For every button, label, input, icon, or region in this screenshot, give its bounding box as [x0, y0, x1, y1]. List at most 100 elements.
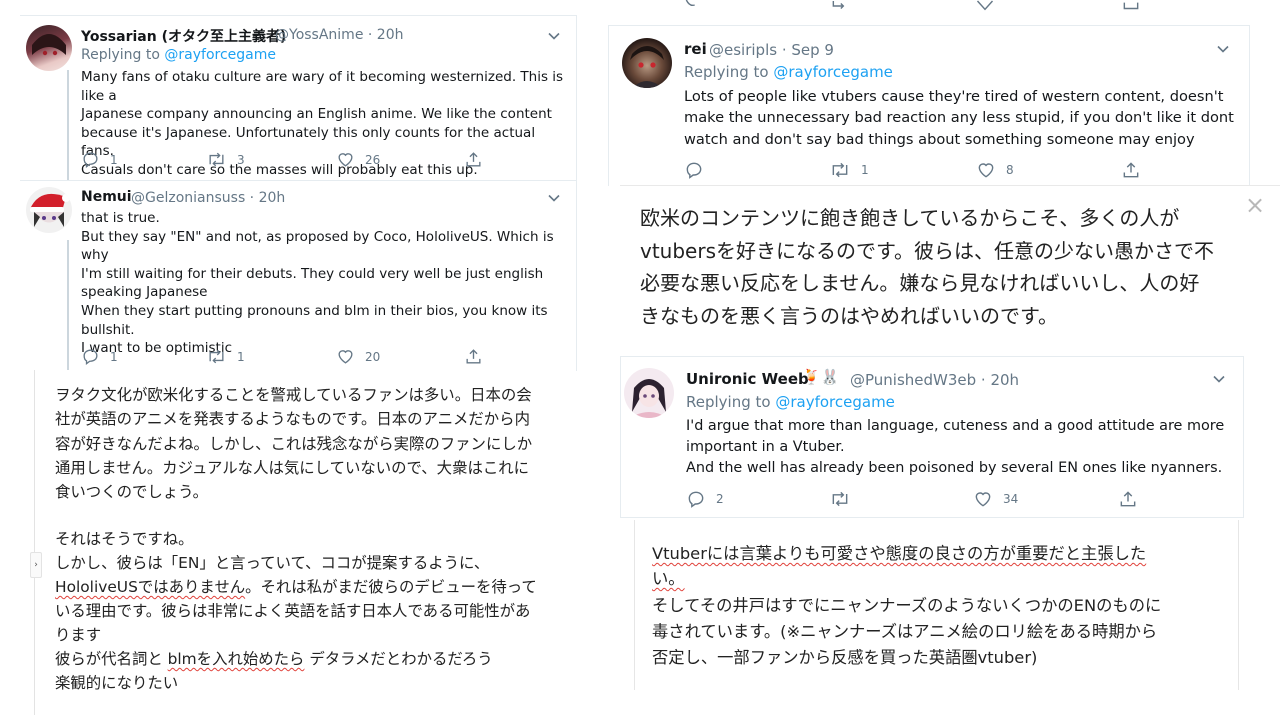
translation-line: Vtuberには言葉よりも可愛さや態度の良さの方が重要だと主張した: [652, 541, 1146, 567]
chevron-down-icon[interactable]: [546, 28, 562, 44]
tweet-text: that is true. But they say "EN" and not,…: [81, 210, 554, 357]
reply-icon: [83, 152, 98, 168]
tweet-text: Lots of people like vtubers cause they'r…: [684, 88, 1234, 148]
translation-line-rest: デタラメだとわかるだろう: [304, 650, 493, 668]
like-button[interactable]: 8: [976, 160, 1014, 180]
translation-line: そしてその井戸はすでにニャンナーズのようないくつかのENのものに: [652, 596, 1162, 615]
like-icon: [975, 492, 991, 507]
panel-left-edge: [634, 520, 635, 690]
retweet-button[interactable]: 1: [829, 160, 869, 180]
reply-count: 1: [110, 152, 118, 167]
translation-line: い。: [652, 566, 685, 592]
panel-right-edge: [1238, 520, 1239, 690]
name-emoji: 🍹🐰: [802, 368, 840, 386]
retweet-button[interactable]: 1: [206, 347, 245, 366]
translation-line-rest: 。それは私がまだ彼らのデビューを待って: [245, 578, 537, 596]
retweet-icon: [832, 491, 848, 507]
reply-button[interactable]: [684, 160, 714, 180]
translation-line: 楽観的になりたい: [55, 674, 179, 692]
translation-text: 欧米のコンテンツに飽き飽きしているからこそ、多くの人が vtubersを好きにな…: [640, 206, 1214, 328]
retweet-icon[interactable]: [830, 0, 850, 12]
like-button[interactable]: 26: [336, 150, 380, 169]
share-icon[interactable]: [1121, 0, 1141, 12]
spellcheck-underline-text: Vtuberには言葉よりも可愛さや態度の良さの方が重要だと主張した: [652, 544, 1147, 563]
handle-and-time[interactable]: @esiripls · Sep 9: [709, 41, 834, 59]
share-icon[interactable]: [464, 347, 483, 366]
spellcheck-underline-text: い。: [652, 569, 685, 588]
retweet-count: 3: [237, 152, 245, 167]
reply-count: 1: [110, 349, 118, 364]
display-name[interactable]: Nemui: [81, 189, 132, 205]
avatar[interactable]: [26, 187, 72, 233]
translation-line: 彼らが代名詞と blmを入れ始めたら デタラメだとわかるだろう: [55, 647, 493, 671]
thread-line: [67, 240, 69, 370]
retweet-icon: [832, 162, 848, 178]
panel-left-edge: [34, 370, 35, 715]
spellcheck-underline-text: HololiveUSではありません: [55, 578, 246, 596]
avatar-image: [630, 379, 668, 418]
thread-line: [67, 70, 69, 180]
replying-to: Replying to @rayforcegame: [684, 63, 893, 81]
handle-and-time[interactable]: @Gelzoniansuss · 20h: [131, 190, 285, 206]
like-count: 20: [365, 349, 381, 364]
retweet-button[interactable]: 3: [206, 150, 245, 169]
tweet-text: Many fans of otaku culture are wary of i…: [81, 69, 564, 178]
like-icon[interactable]: [975, 0, 995, 12]
translation-line: ります: [55, 626, 102, 644]
spellcheck-underline-text: blmを入れ始めたら: [167, 650, 305, 668]
retweet-button[interactable]: [829, 489, 861, 509]
avatar-image: [30, 193, 70, 227]
retweet-count: 1: [861, 163, 869, 177]
translation-line: 毒されています。(※ニャンナーズはアニメ絵のロリ絵をある時期から: [652, 622, 1158, 641]
like-count: 26: [365, 152, 381, 167]
translation-text-1: ヲタク文化が欧米化することを警戒しているファンは多い。日本の会 社が英語のアニメ…: [55, 386, 533, 502]
replying-to-link[interactable]: @rayforcegame: [164, 47, 276, 63]
like-icon: [978, 163, 994, 178]
display-name[interactable]: rei: [684, 40, 707, 58]
close-icon[interactable]: ×: [1245, 193, 1265, 217]
reply-icon: [688, 491, 704, 508]
chevron-down-icon[interactable]: [1211, 371, 1227, 387]
share-icon[interactable]: [1121, 160, 1141, 180]
retweet-icon: [209, 349, 224, 364]
replying-prefix: Replying to: [684, 63, 774, 81]
share-icon[interactable]: [1118, 489, 1138, 509]
avatar[interactable]: [26, 25, 72, 71]
like-icon: [338, 350, 353, 364]
handle-and-time[interactable]: @PunishedW3eb · 20h: [850, 371, 1019, 389]
tweet-text: I'd argue that more than language, cuten…: [686, 418, 1225, 476]
avatar[interactable]: [624, 368, 674, 418]
avatar-image: [630, 46, 664, 88]
translation-line-start: 彼らが代名詞と: [55, 650, 168, 668]
translation-line: しかし、彼らは「EN」と言っていて、ココが提案するように、: [55, 554, 490, 572]
display-name[interactable]: Yossarian (オタク至上主義者): [81, 26, 286, 46]
panel-top-edge: [620, 185, 1280, 186]
like-count: 34: [1003, 492, 1019, 506]
avatar[interactable]: [622, 38, 672, 88]
chevron-down-icon[interactable]: [546, 190, 562, 206]
translation-line: HololiveUSではありません。それは私がまだ彼らのデビューを待って: [55, 575, 537, 599]
translation-line: 否定し、一部ファンから反感を買った英語圏vtuber): [652, 648, 1038, 667]
retweet-count: 1: [237, 349, 245, 364]
like-button[interactable]: 34: [973, 489, 1018, 509]
collapse-handle[interactable]: ›: [30, 552, 42, 578]
reply-icon: [686, 162, 702, 179]
replying-to-link[interactable]: @rayforcegame: [773, 63, 893, 81]
replying-prefix: Replying to: [81, 47, 165, 63]
replying-to: Replying to @rayforcegame: [686, 393, 895, 411]
replying-to-link[interactable]: @rayforcegame: [775, 393, 895, 411]
reply-icon: [83, 349, 98, 365]
reply-icon[interactable]: [683, 0, 703, 10]
translation-line: いる理由です。彼らは非常によく英語を話す日本人である可能性があ: [55, 602, 531, 620]
handle-and-time[interactable]: @YossAnime · 20h: [275, 27, 403, 43]
reply-button[interactable]: 1: [81, 347, 118, 366]
reply-button[interactable]: 1: [81, 150, 118, 169]
replying-prefix: Replying to: [686, 393, 776, 411]
reply-count: 2: [716, 492, 724, 506]
display-name[interactable]: Unironic Weeb: [686, 370, 809, 388]
like-button[interactable]: 20: [336, 347, 380, 366]
chevron-down-icon[interactable]: [1215, 41, 1231, 57]
share-icon[interactable]: [464, 150, 483, 169]
reply-button[interactable]: 2: [686, 489, 724, 509]
avatar-image: [32, 34, 66, 56]
